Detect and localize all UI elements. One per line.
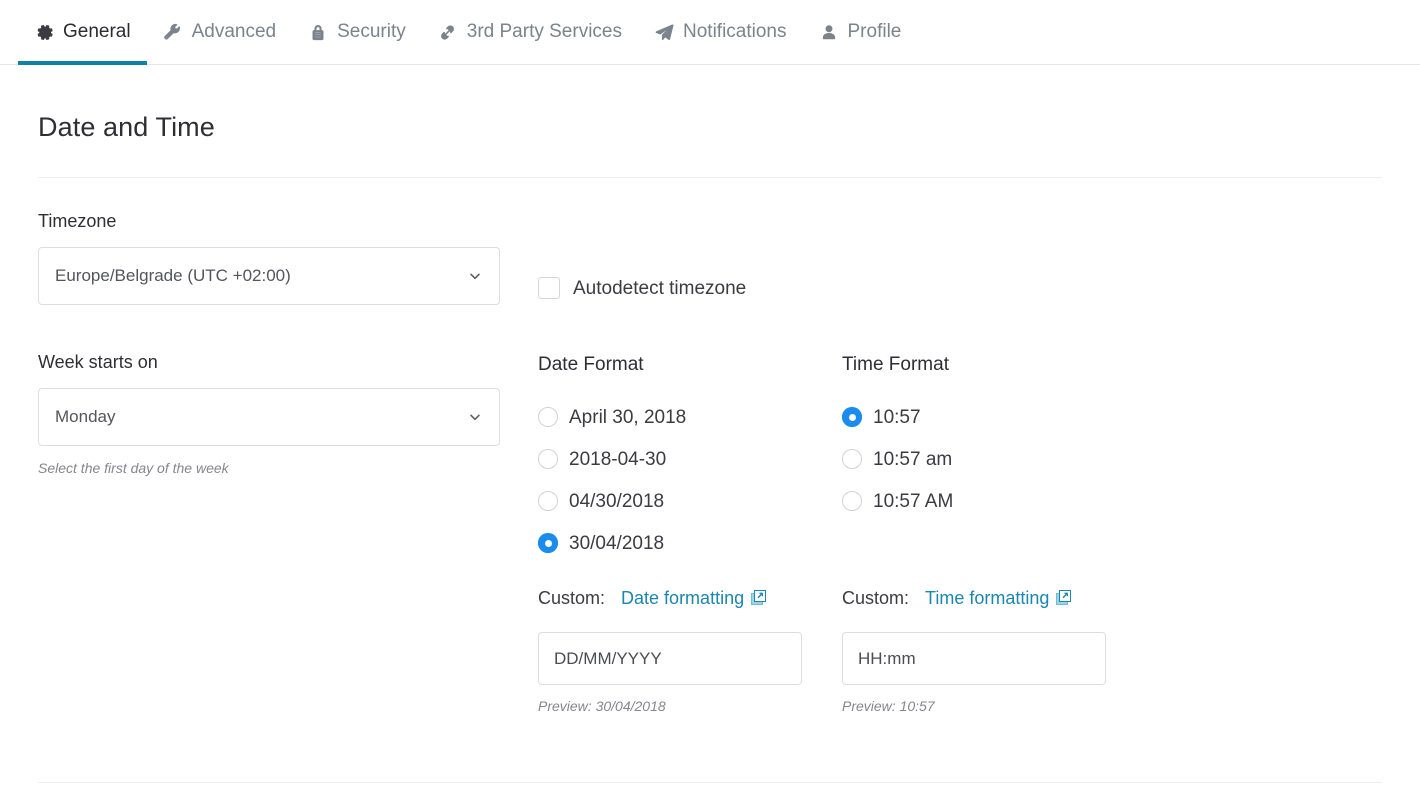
radio-label: April 30, 2018 xyxy=(569,408,686,427)
date-format-custom-input[interactable] xyxy=(538,632,802,685)
time-format-group: Time Format 10:57 10:57 am 10:57 AM Cust… xyxy=(842,353,1146,714)
date-format-option-2[interactable]: 04/30/2018 xyxy=(538,480,842,522)
date-formatting-link[interactable]: Date formatting xyxy=(621,589,767,607)
week-starts-on-select-value[interactable]: Monday xyxy=(38,388,500,446)
week-starts-on-field: Week starts on Monday Select the first d… xyxy=(38,353,538,476)
radio-label: 04/30/2018 xyxy=(569,492,664,511)
tab-label: Profile xyxy=(848,22,902,43)
radio-button[interactable] xyxy=(842,449,862,469)
time-format-radio-list: 10:57 10:57 am 10:57 AM xyxy=(842,396,1146,522)
user-icon xyxy=(819,22,839,42)
radio-button[interactable] xyxy=(538,407,558,427)
formats-row: Week starts on Monday Select the first d… xyxy=(38,353,1382,714)
time-format-preview: Preview: 10:57 xyxy=(842,698,1146,714)
date-format-custom-row: Custom: Date formatting xyxy=(538,586,842,610)
autodetect-timezone-checkbox-row[interactable]: Autodetect timezone xyxy=(538,277,746,299)
time-format-option-1[interactable]: 10:57 am xyxy=(842,438,1146,480)
time-format-title: Time Format xyxy=(842,355,1146,374)
tab-label: Security xyxy=(337,22,406,43)
tab-notifications[interactable]: Notifications xyxy=(638,0,803,64)
time-formatting-link[interactable]: Time formatting xyxy=(925,589,1072,607)
tab-security[interactable]: Security xyxy=(292,0,422,64)
bottom-divider xyxy=(38,782,1382,783)
time-format-custom-input[interactable] xyxy=(842,632,1106,685)
radio-label: 30/04/2018 xyxy=(569,534,664,553)
lock-icon xyxy=(308,22,328,42)
tab-label: Advanced xyxy=(192,22,277,43)
date-formatting-link-label: Date formatting xyxy=(621,589,744,607)
timezone-label: Timezone xyxy=(38,212,538,230)
link-icon xyxy=(438,22,458,42)
paper-plane-icon xyxy=(654,22,674,42)
tab-label: General xyxy=(63,22,131,43)
gear-icon xyxy=(34,22,54,42)
tab-3rd-party-services[interactable]: 3rd Party Services xyxy=(422,0,638,64)
week-starts-on-helper: Select the first day of the week xyxy=(38,460,538,476)
radio-button[interactable] xyxy=(538,533,558,553)
time-format-custom-row: Custom: Time formatting xyxy=(842,586,1146,610)
tab-profile[interactable]: Profile xyxy=(803,0,918,64)
date-format-radio-list: April 30, 2018 2018-04-30 04/30/2018 30/… xyxy=(538,396,842,564)
date-format-preview: Preview: 30/04/2018 xyxy=(538,698,842,714)
date-format-option-3[interactable]: 30/04/2018 xyxy=(538,522,842,564)
week-starts-on-label: Week starts on xyxy=(38,353,538,371)
settings-tabbar: General Advanced Security 3rd Party Serv… xyxy=(0,0,1420,65)
time-format-option-2[interactable]: 10:57 AM xyxy=(842,480,1146,522)
external-link-icon xyxy=(751,590,767,606)
settings-page: Date and Time Timezone Europe/Belgrade (… xyxy=(0,112,1420,714)
date-format-option-1[interactable]: 2018-04-30 xyxy=(538,438,842,480)
radio-label: 10:57 xyxy=(873,408,921,427)
radio-button[interactable] xyxy=(842,491,862,511)
time-formatting-link-label: Time formatting xyxy=(925,589,1049,607)
tab-advanced[interactable]: Advanced xyxy=(147,0,293,64)
page-title: Date and Time xyxy=(38,112,1382,143)
autodetect-timezone-label: Autodetect timezone xyxy=(573,279,746,298)
timezone-field: Timezone Europe/Belgrade (UTC +02:00) xyxy=(38,212,538,305)
autodetect-timezone-checkbox[interactable] xyxy=(538,277,560,299)
title-divider xyxy=(38,177,1382,178)
radio-label: 10:57 AM xyxy=(873,492,953,511)
timezone-select-value[interactable]: Europe/Belgrade (UTC +02:00) xyxy=(38,247,500,305)
tab-general[interactable]: General xyxy=(18,0,147,64)
radio-label: 2018-04-30 xyxy=(569,450,666,469)
radio-button[interactable] xyxy=(842,407,862,427)
time-format-option-0[interactable]: 10:57 xyxy=(842,396,1146,438)
radio-label: 10:57 am xyxy=(873,450,952,469)
date-format-option-0[interactable]: April 30, 2018 xyxy=(538,396,842,438)
tab-label: 3rd Party Services xyxy=(467,22,622,43)
timezone-select[interactable]: Europe/Belgrade (UTC +02:00) xyxy=(38,247,500,305)
external-link-icon xyxy=(1056,590,1072,606)
radio-button[interactable] xyxy=(538,491,558,511)
timezone-row: Timezone Europe/Belgrade (UTC +02:00) Au… xyxy=(38,212,1382,305)
date-format-custom-label: Custom: xyxy=(538,589,605,607)
tab-label: Notifications xyxy=(683,22,787,43)
autodetect-timezone-field: Autodetect timezone xyxy=(538,212,746,299)
wrench-icon xyxy=(163,22,183,42)
radio-button[interactable] xyxy=(538,449,558,469)
week-starts-on-select[interactable]: Monday xyxy=(38,388,500,446)
date-format-title: Date Format xyxy=(538,355,842,374)
time-format-custom-label: Custom: xyxy=(842,589,909,607)
date-format-group: Date Format April 30, 2018 2018-04-30 04… xyxy=(538,353,842,714)
